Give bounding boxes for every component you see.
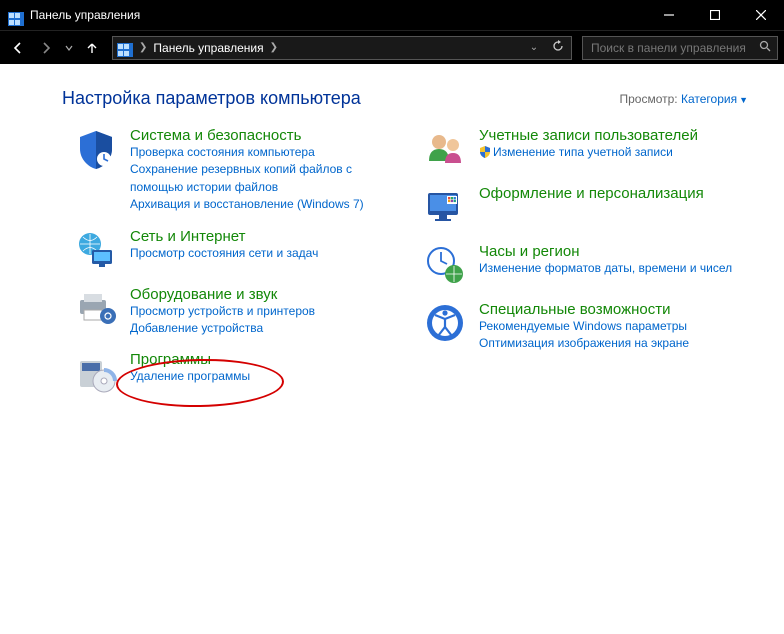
breadcrumb-root[interactable]: Панель управления	[153, 41, 263, 55]
task-uninstall-program[interactable]: Удаление программы	[130, 368, 250, 385]
window-title: Панель управления	[30, 8, 646, 22]
view-by: Просмотр: Категория▼	[619, 92, 748, 106]
monitor-personalization-icon	[423, 185, 467, 229]
category-title[interactable]: Учетные записи пользователей	[479, 127, 698, 144]
task-link[interactable]: Рекомендуемые Windows параметры	[479, 318, 689, 335]
category-title[interactable]: Часы и регион	[479, 243, 732, 260]
task-link[interactable]: Добавление устройства	[130, 320, 315, 337]
category-title[interactable]: Оформление и персонализация	[479, 185, 704, 202]
users-icon	[423, 127, 467, 171]
left-column: Система и безопасность Проверка состояни…	[74, 127, 403, 409]
task-link[interactable]: Просмотр устройств и принтеров	[130, 303, 315, 320]
up-button[interactable]	[80, 36, 104, 60]
page-title: Настройка параметров компьютера	[62, 88, 361, 109]
task-link[interactable]: Изменение форматов даты, времени и чисел	[479, 260, 732, 277]
search-box[interactable]	[582, 36, 778, 60]
maximize-button[interactable]	[692, 0, 738, 30]
address-bar[interactable]: ❯ Панель управления ❯ ⌄	[112, 36, 572, 60]
content-area: Настройка параметров компьютера Просмотр…	[8, 64, 780, 630]
clock-globe-icon	[423, 243, 467, 287]
category-title[interactable]: Специальные возможности	[479, 301, 689, 318]
task-link[interactable]: Оптимизация изображения на экране	[479, 335, 689, 352]
task-link[interactable]: Проверка состояния компьютера	[130, 144, 403, 161]
category-title[interactable]: Оборудование и звук	[130, 286, 315, 303]
category-title[interactable]: Система и безопасность	[130, 127, 403, 144]
category-programs: Программы Удаление программы	[74, 351, 403, 395]
control-panel-icon	[117, 38, 133, 57]
category-title[interactable]: Сеть и Интернет	[130, 228, 318, 245]
refresh-button[interactable]	[549, 40, 567, 55]
category-title[interactable]: Программы	[130, 351, 250, 368]
category-network: Сеть и Интернет Просмотр состояния сети …	[74, 228, 403, 272]
category-system-security: Система и безопасность Проверка состояни…	[74, 127, 403, 214]
globe-monitor-icon	[74, 228, 118, 272]
history-button[interactable]: ⌄	[525, 42, 543, 53]
close-button[interactable]	[738, 0, 784, 30]
titlebar: Панель управления	[0, 0, 784, 30]
back-button[interactable]	[6, 36, 30, 60]
category-clock-region: Часы и регион Изменение форматов даты, в…	[423, 243, 752, 287]
minimize-button[interactable]	[646, 0, 692, 30]
task-link[interactable]: Сохранение резервных копий файлов с помо…	[130, 161, 403, 196]
task-link[interactable]: Архивация и восстановление (Windows 7)	[130, 196, 403, 213]
disc-box-icon	[74, 351, 118, 395]
breadcrumb-separator: ❯	[139, 42, 147, 53]
task-link[interactable]: Просмотр состояния сети и задач	[130, 245, 318, 262]
control-panel-icon	[8, 7, 24, 23]
ease-of-access-icon	[423, 301, 467, 345]
category-user-accounts: Учетные записи пользователей Изменение т…	[423, 127, 752, 171]
breadcrumb-separator: ❯	[270, 42, 278, 53]
forward-button[interactable]	[34, 36, 58, 60]
task-link[interactable]: Изменение типа учетной записи	[479, 144, 698, 161]
right-column: Учетные записи пользователей Изменение т…	[423, 127, 752, 409]
category-appearance: Оформление и персонализация	[423, 185, 752, 229]
recent-locations-button[interactable]	[62, 36, 76, 60]
view-by-dropdown[interactable]: Категория▼	[681, 92, 748, 106]
view-by-label: Просмотр:	[619, 92, 677, 106]
uac-shield-icon	[479, 146, 491, 158]
search-input[interactable]	[589, 40, 753, 56]
printer-icon	[74, 286, 118, 330]
search-icon[interactable]	[759, 40, 771, 55]
category-accessibility: Специальные возможности Рекомендуемые Wi…	[423, 301, 752, 353]
shield-icon	[74, 127, 118, 171]
navbar: ❯ Панель управления ❯ ⌄	[0, 30, 784, 64]
category-hardware: Оборудование и звук Просмотр устройств и…	[74, 286, 403, 338]
